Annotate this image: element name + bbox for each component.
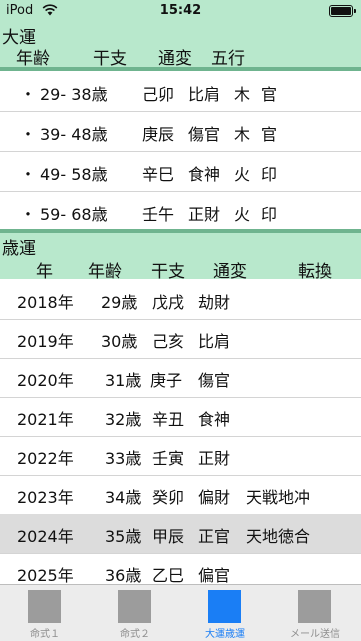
saiun-row[interactable]: 2022年 33歳 壬寅 正財	[0, 436, 361, 476]
saiun-header: 歳運 年 年齢 干支 通変 転換	[0, 233, 361, 282]
tab-daiun-saiun[interactable]: 大運歳運	[180, 585, 270, 641]
saiun-year: 2023年	[17, 488, 74, 507]
saiun-tsuhen: 傷官	[198, 371, 231, 390]
saiun-tsuhen: 偏財	[198, 488, 231, 507]
saiun-row[interactable]: 2018年 29歳 戊戌 劫財	[0, 280, 361, 320]
saiun-kanshi: 戊戌	[152, 293, 185, 312]
saiun-title: 歳運	[2, 239, 36, 259]
saiun-year: 2024年	[17, 527, 74, 546]
saiun-tsuhen: 食神	[198, 410, 231, 429]
saiun-tsuhen: 比肩	[198, 332, 231, 351]
saiun-age: 34歳	[105, 488, 142, 507]
saiun-tenkan: 天地徳合	[246, 527, 311, 546]
saiun-year: 2018年	[17, 293, 74, 312]
saiun-tsuhen: 偏官	[198, 566, 231, 585]
tab-label: メール送信	[290, 629, 340, 640]
daiun-kanshi: 辛巳	[142, 165, 175, 184]
placeholder-square-icon	[298, 590, 331, 623]
daiun-row[interactable]: ・ 39- 48歳 庚辰 傷官 木 官	[0, 112, 361, 152]
daiun-row[interactable]: ・ 59- 68歳 壬午 正財 火 印	[0, 192, 361, 232]
tab-meishiki-1[interactable]: 命式１	[0, 585, 90, 641]
saiun-kanshi: 壬寅	[152, 449, 185, 468]
tab-label: 命式２	[120, 629, 150, 640]
saiun-header-year: 年	[36, 262, 53, 282]
tab-label: 大運歳運	[205, 629, 245, 640]
saiun-row[interactable]: 2023年 34歳 癸卯 偏財 天戦地冲	[0, 475, 361, 515]
placeholder-square-icon	[208, 590, 241, 623]
saiun-year: 2019年	[17, 332, 74, 351]
daiun-row[interactable]: ・ 29- 38歳 己卯 比肩 木 官	[0, 72, 361, 112]
tab-meishiki-2[interactable]: 命式２	[90, 585, 180, 641]
saiun-tsuhen: 正財	[198, 449, 231, 468]
saiun-kanshi: 己亥	[152, 332, 185, 351]
row-bullet: ・	[20, 205, 37, 224]
saiun-row[interactable]: 2019年 30歳 己亥 比肩	[0, 319, 361, 359]
placeholder-square-icon	[118, 590, 151, 623]
saiun-year: 2021年	[17, 410, 74, 429]
daiun-other: 官	[261, 85, 278, 104]
daiun-other: 印	[261, 165, 278, 184]
daiun-age-range: 29- 38歳	[40, 85, 108, 104]
saiun-tsuhen: 劫財	[198, 293, 231, 312]
saiun-kanshi: 甲辰	[152, 527, 185, 546]
saiun-age: 29歳	[101, 293, 138, 312]
battery-icon	[329, 5, 356, 17]
daiun-row[interactable]: ・ 49- 58歳 辛巳 食神 火 印	[0, 152, 361, 192]
tab-label: 命式１	[30, 629, 60, 640]
saiun-kanshi: 癸卯	[152, 488, 185, 507]
daiun-age-range: 59- 68歳	[40, 205, 108, 224]
daiun-tsuhen: 傷官	[188, 125, 221, 144]
daiun-other: 官	[261, 125, 278, 144]
section-divider	[0, 67, 361, 71]
daiun-header-kanshi: 干支	[93, 49, 127, 69]
daiun-kanshi: 庚辰	[142, 125, 175, 144]
daiun-kanshi: 壬午	[142, 205, 175, 224]
daiun-gogyo: 木	[234, 125, 251, 144]
daiun-age-range: 49- 58歳	[40, 165, 108, 184]
daiun-gogyo: 火	[234, 205, 251, 224]
daiun-header-gogyo: 五行	[211, 49, 245, 69]
saiun-tsuhen: 正官	[198, 527, 231, 546]
saiun-age: 30歳	[101, 332, 138, 351]
saiun-row[interactable]: 2021年 32歳 辛丑 食神	[0, 397, 361, 437]
tab-bar: 命式１ 命式２ 大運歳運 メール送信	[0, 584, 361, 641]
row-bullet: ・	[20, 125, 37, 144]
saiun-row-selected[interactable]: 2024年 35歳 甲辰 正官 天地徳合	[0, 514, 361, 554]
saiun-kanshi: 乙巳	[152, 566, 185, 585]
saiun-age: 33歳	[105, 449, 142, 468]
saiun-header-age: 年齢	[88, 262, 122, 282]
status-time: 15:42	[159, 3, 202, 18]
daiun-header-age: 年齢	[16, 49, 50, 69]
daiun-tsuhen: 食神	[188, 165, 221, 184]
row-bullet: ・	[20, 85, 37, 104]
saiun-header-tsuhen: 通変	[213, 262, 247, 282]
saiun-year: 2022年	[17, 449, 74, 468]
saiun-age: 31歳	[105, 371, 142, 390]
saiun-header-tenkan: 転換	[298, 262, 332, 282]
daiun-header: 大運 年齢 干支 通変 五行	[0, 22, 361, 69]
daiun-gogyo: 火	[234, 165, 251, 184]
saiun-year: 2025年	[17, 566, 74, 585]
daiun-other: 印	[261, 205, 278, 224]
row-bullet: ・	[20, 165, 37, 184]
saiun-year: 2020年	[17, 371, 74, 390]
saiun-tenkan: 天戦地冲	[246, 488, 311, 507]
placeholder-square-icon	[28, 590, 61, 623]
saiun-kanshi: 辛丑	[152, 410, 185, 429]
daiun-age-range: 39- 48歳	[40, 125, 108, 144]
saiun-age: 35歳	[105, 527, 142, 546]
daiun-tsuhen: 正財	[188, 205, 221, 224]
saiun-age: 32歳	[105, 410, 142, 429]
saiun-row[interactable]: 2020年 31歳 庚子 傷官	[0, 358, 361, 398]
saiun-kanshi: 庚子	[150, 371, 183, 390]
saiun-age: 36歳	[105, 566, 142, 585]
daiun-gogyo: 木	[234, 85, 251, 104]
tab-send-mail[interactable]: メール送信	[270, 585, 360, 641]
daiun-tsuhen: 比肩	[188, 85, 221, 104]
daiun-header-tsuhen: 通変	[158, 49, 192, 69]
status-bar: iPod 15:42	[0, 0, 361, 22]
daiun-kanshi: 己卯	[142, 85, 175, 104]
saiun-header-kanshi: 干支	[151, 262, 185, 282]
